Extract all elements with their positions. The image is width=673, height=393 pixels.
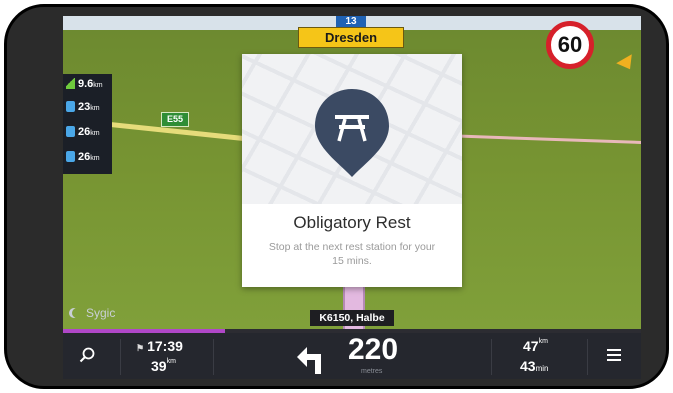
eta-distance[interactable]: 39km bbox=[151, 358, 176, 374]
notification-title: Obligatory Rest bbox=[293, 213, 411, 232]
eta-time[interactable]: ⚑ 17:39 bbox=[136, 338, 183, 354]
turn-left-icon bbox=[297, 347, 321, 374]
signpost-city: Dresden bbox=[298, 27, 404, 48]
fuel-station-icon bbox=[66, 101, 75, 112]
current-street-label: K6150, Halbe bbox=[310, 310, 394, 326]
eta-distance-value: 39 bbox=[151, 358, 167, 374]
brand-logo: Sygic bbox=[68, 306, 115, 320]
stat-value: 26 bbox=[78, 151, 91, 163]
fuel-station-icon bbox=[66, 126, 75, 137]
rest-notification-card[interactable]: Obligatory Rest Stop at the next rest st… bbox=[242, 54, 462, 287]
signpost-number: 13 bbox=[336, 16, 366, 27]
sygic-logo-icon bbox=[72, 308, 82, 318]
eta-time-value: 17:39 bbox=[147, 338, 183, 354]
stat-fuel-3: 26km bbox=[66, 147, 100, 167]
stat-value: 23 bbox=[78, 101, 91, 113]
finish-flag-icon: ⚑ bbox=[136, 343, 145, 353]
remaining-distance-unit: km bbox=[538, 338, 548, 345]
remaining-time[interactable]: 43min bbox=[520, 358, 548, 374]
stat-fuel-2: 26km bbox=[66, 122, 100, 142]
stat-unit: km bbox=[90, 105, 100, 112]
eta-distance-unit: km bbox=[166, 358, 176, 365]
search-icon[interactable] bbox=[79, 347, 95, 363]
bottom-info-bar: ⚑ 17:39 39km 220 metres 47km 43min bbox=[63, 333, 641, 379]
brand-name: Sygic bbox=[86, 306, 116, 320]
stat-fuel-1: 23km bbox=[66, 97, 100, 117]
divider bbox=[587, 339, 588, 375]
stat-unit: km bbox=[90, 130, 100, 137]
divider bbox=[491, 339, 492, 375]
direction-signpost: 13 Dresden bbox=[298, 16, 404, 48]
route-stats-panel: 9.6km 23km 26km 26km bbox=[63, 74, 112, 174]
road-label-badge: E55 bbox=[161, 112, 189, 127]
stat-elevation: 9.6km bbox=[66, 74, 103, 94]
stat-value: 9.6 bbox=[78, 78, 94, 90]
divider bbox=[213, 339, 214, 375]
remaining-time-unit: min bbox=[535, 364, 549, 373]
remaining-distance-value: 47 bbox=[523, 338, 539, 354]
divider bbox=[120, 339, 121, 375]
stat-unit: km bbox=[93, 82, 103, 89]
fuel-station-icon bbox=[66, 151, 75, 162]
stat-value: 26 bbox=[78, 126, 91, 138]
navigation-screen: 13 Dresden 60 E55 9.6km 23km 26km 26km O… bbox=[63, 16, 641, 379]
elevation-icon bbox=[66, 78, 75, 89]
picnic-table-icon bbox=[315, 89, 389, 177]
remaining-time-value: 43 bbox=[520, 358, 536, 374]
speed-limit-sign: 60 bbox=[546, 21, 594, 69]
turn-distance: 220 bbox=[348, 333, 399, 366]
remaining-distance[interactable]: 47km bbox=[523, 338, 548, 354]
turn-distance-unit: metres bbox=[361, 368, 383, 375]
stat-unit: km bbox=[90, 155, 100, 162]
menu-icon[interactable] bbox=[607, 349, 621, 361]
road-secondary bbox=[461, 134, 641, 145]
notification-text: Stop at the next rest station for your 1… bbox=[268, 241, 436, 267]
